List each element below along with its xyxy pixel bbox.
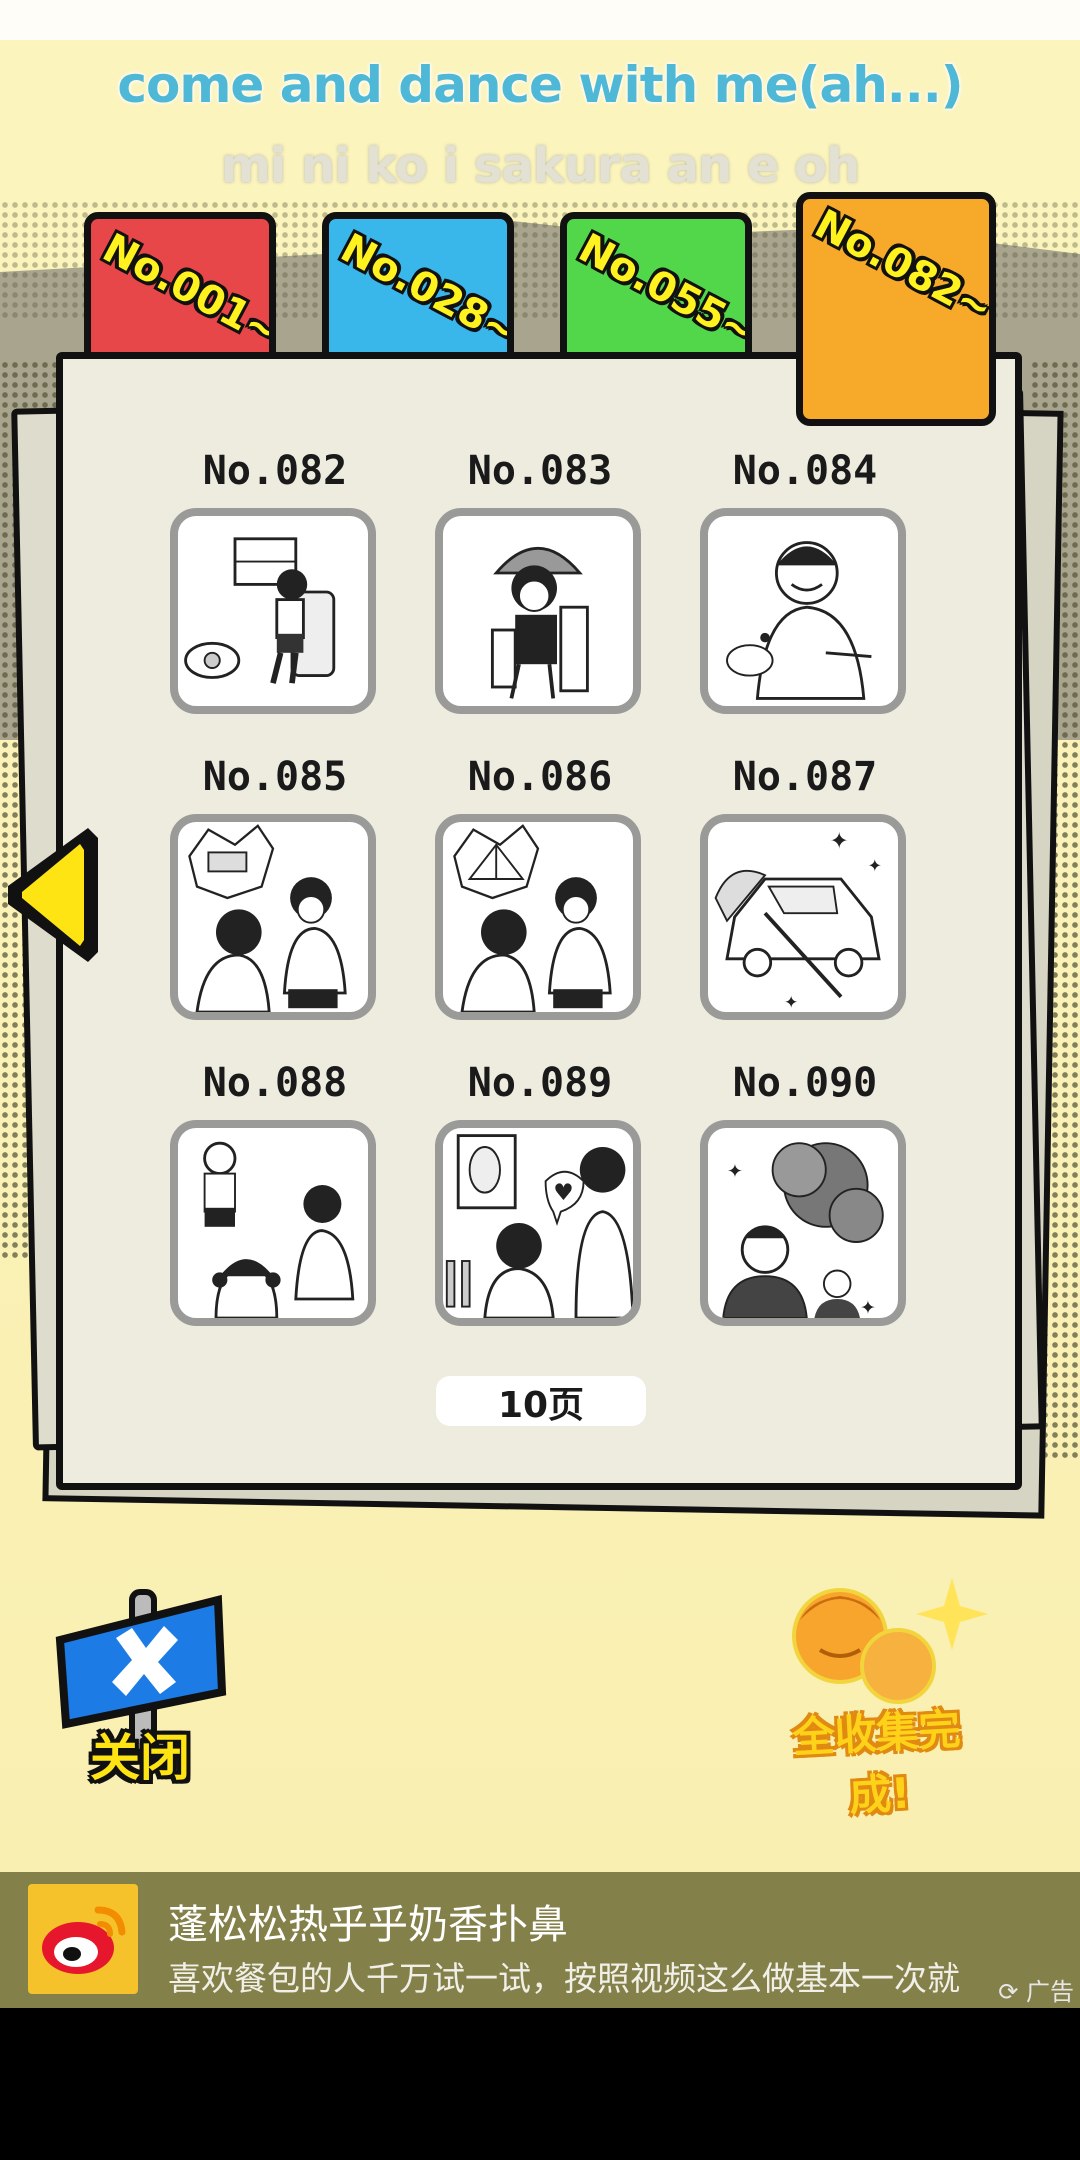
tab-label: No.001~: [95, 225, 276, 357]
close-label: 关闭: [90, 1729, 190, 1787]
tab-label: No.028~: [333, 225, 514, 357]
card-no-089[interactable]: ♥: [435, 1120, 641, 1326]
tab-no-028[interactable]: No.028~: [322, 212, 514, 372]
card-label: No.083: [467, 448, 613, 494]
card-no-086[interactable]: [435, 814, 641, 1020]
shocked-couple-bed-icon: [188, 824, 347, 1012]
card-label: No.086: [467, 754, 613, 800]
svg-text:✦: ✦: [727, 1160, 743, 1182]
previous-page-button[interactable]: [0, 820, 110, 970]
ad-description: 喜欢餐包的人千万试一试，按照视频这么做基本一次就: [168, 1959, 960, 1998]
tab-no-082[interactable]: No.082~: [796, 192, 996, 426]
card-label: No.090: [732, 1060, 878, 1106]
svg-text:✦: ✦: [868, 856, 882, 876]
boy-with-bug-icon: [726, 541, 872, 700]
card-label: No.082: [202, 448, 348, 494]
doctor-poster-icon: ♥: [445, 1134, 633, 1318]
card-label: No.087: [732, 754, 878, 800]
tab-no-001[interactable]: No.001~: [84, 212, 276, 372]
card-no-090[interactable]: ✦ ✦: [700, 1120, 906, 1326]
train-passenger-icon: [184, 537, 336, 684]
lyric-line-1: come and dance with me(ah...): [117, 56, 963, 114]
hair-dryer-woman-icon: [490, 547, 589, 699]
svg-text:✦: ✦: [784, 993, 798, 1012]
family-chaos-icon: [203, 1141, 355, 1318]
tab-label: No.055~: [571, 225, 752, 357]
page-indicator: 10页: [436, 1376, 646, 1426]
card-label: No.088: [202, 1060, 348, 1106]
lyric-line-2: mi ni ko i sakura an e oh: [220, 138, 861, 194]
arrow-left-icon: [8, 828, 98, 962]
card-no-082[interactable]: [170, 508, 376, 714]
ad-title: 蓬松松热乎乎奶香扑鼻: [168, 1902, 568, 1948]
card-label: No.084: [732, 448, 878, 494]
card-label: No.089: [467, 1060, 613, 1106]
game-screen: come and dance with me(ah...) mi ni ko i…: [0, 0, 1080, 2008]
tab-label: No.082~: [807, 201, 996, 333]
weibo-logo-icon: [28, 1884, 138, 1994]
ad-tag-label: 广告: [1026, 1978, 1074, 2006]
card-no-087[interactable]: ✦ ✦ ✦: [700, 814, 906, 1020]
ad-refresh-icon: ⟳: [998, 1978, 1019, 2006]
card-label: No.085: [202, 754, 348, 800]
card-no-088[interactable]: [170, 1120, 376, 1326]
status-bar: [0, 0, 1080, 40]
card-no-085[interactable]: [170, 814, 376, 1020]
shocked-couple-tent-icon: [453, 824, 612, 1012]
explosion-businessmen-icon: ✦ ✦: [722, 1142, 884, 1318]
ad-tag: ⟳ 广告: [998, 1972, 1074, 2007]
svg-text:✦: ✦: [830, 829, 849, 855]
collection-complete-label: 全收集完成!: [791, 1704, 962, 1821]
ad-banner[interactable]: 蓬松松热乎乎奶香扑鼻 喜欢餐包的人千万试一试，按照视频这么做基本一次就 ⟳ 广告: [0, 1872, 1080, 2008]
card-no-084[interactable]: [700, 508, 906, 714]
tab-no-055[interactable]: No.055~: [560, 212, 752, 372]
svg-text:♥: ♥: [553, 1180, 573, 1206]
duster-car-icon: ✦ ✦ ✦: [714, 829, 882, 1012]
svg-text:✦: ✦: [860, 1297, 876, 1318]
card-no-083[interactable]: [435, 508, 641, 714]
